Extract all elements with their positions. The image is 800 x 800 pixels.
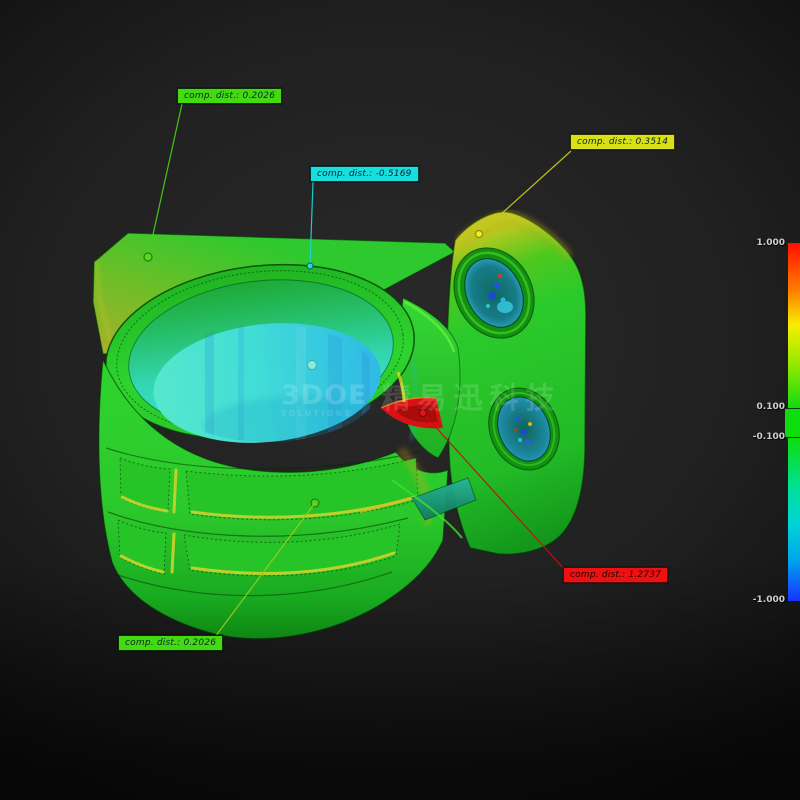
annotation-comp-dist-center[interactable]: comp. dist.: -0.5169 xyxy=(310,166,419,182)
anchor-dot-yellow xyxy=(476,231,483,238)
model-canvas xyxy=(0,0,800,800)
colorbar-nominal-block xyxy=(785,408,800,438)
bore-probe-ball xyxy=(308,361,317,370)
anchor-dot-green-top xyxy=(144,253,152,261)
annotation-comp-dist-bottom-left[interactable]: comp. dist.: 0.2026 xyxy=(118,635,223,651)
annotation-comp-dist-right[interactable]: comp. dist.: 1.2737 xyxy=(563,567,668,583)
colorbar-tick-max: 1.000 xyxy=(725,238,785,248)
colorbar-lower-gradient xyxy=(788,438,800,601)
3d-viewport[interactable]: 3DOE SOLUTIONS 精易迅科技 comp. dist.: 0.2026… xyxy=(0,0,800,800)
colorbar-tick-upper: 0.100 xyxy=(725,402,785,412)
colorbar-tick-min: -1.000 xyxy=(725,595,785,605)
anchor-dot-cyan xyxy=(307,263,313,269)
colorbar-upper-gradient xyxy=(788,243,800,408)
annotation-comp-dist-top-right[interactable]: comp. dist.: 0.3514 xyxy=(570,134,675,150)
annotation-comp-dist-top-left[interactable]: comp. dist.: 0.2026 xyxy=(177,88,282,104)
colorbar-tick-lower: -0.100 xyxy=(725,432,785,442)
deviation-colorbar[interactable] xyxy=(788,243,800,601)
anchor-dot-red xyxy=(420,410,427,417)
